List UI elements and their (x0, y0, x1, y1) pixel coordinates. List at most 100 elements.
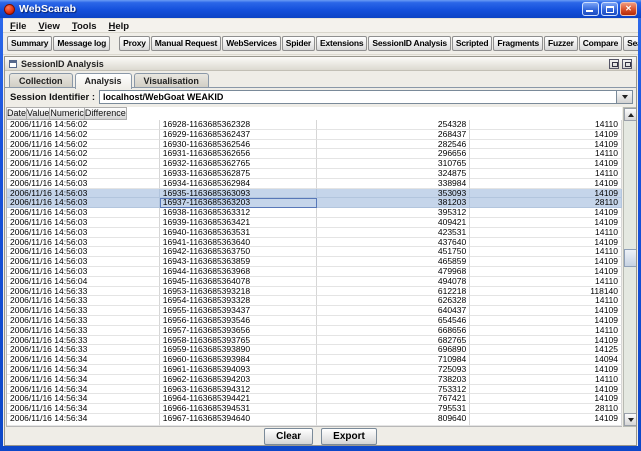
cell-value: 16939-1163685363421 (160, 218, 317, 228)
table-row[interactable]: 2006/11/16 14:56:33 16954-1163685393328 … (7, 296, 622, 306)
vertical-scrollbar[interactable] (623, 107, 637, 427)
scroll-down-button[interactable] (624, 413, 637, 426)
column-header[interactable]: Value (27, 107, 50, 120)
toolbar-button[interactable]: Search (623, 36, 638, 51)
column-header[interactable]: Difference (85, 107, 127, 120)
footer-button[interactable]: Clear (264, 428, 313, 445)
cell-value: 16928-1163685362328 (160, 120, 317, 130)
table-row[interactable]: 2006/11/16 14:56:03 16942-1163685363750 … (7, 247, 622, 257)
toolbar-button[interactable]: Fragments (493, 36, 543, 51)
window-titlebar: WebScarab (0, 0, 641, 18)
table-row[interactable]: 2006/11/16 14:56:34 16963-1163685394312 … (7, 385, 622, 395)
internal-frame-restore-button[interactable] (609, 59, 619, 69)
table-row[interactable]: 2006/11/16 14:56:02 16930-1163685362546 … (7, 140, 622, 150)
table-row[interactable]: 2006/11/16 14:56:03 16944-1163685363968 … (7, 267, 622, 277)
internal-frame-maximize-button[interactable] (622, 59, 632, 69)
table-row[interactable]: 2006/11/16 14:56:34 16967-1163685394640 … (7, 414, 622, 422)
menu-item[interactable]: View (38, 21, 59, 32)
cell-difference: 118140 (470, 287, 622, 297)
sessionid-table: Date Value Numeric Difference 2006/11/16 (6, 107, 622, 427)
toolbar-button[interactable]: Message log (53, 36, 110, 51)
table-row[interactable]: 2006/11/16 14:56:33 16956-1163685393546 … (7, 316, 622, 326)
cell-difference: 14109 (470, 238, 622, 248)
cell-difference: 28110 (470, 404, 622, 414)
cell-difference: 14110 (470, 247, 622, 257)
combobox-dropdown-button[interactable] (616, 91, 632, 103)
table-row[interactable]: 2006/11/16 14:56:34 16966-1163685394531 … (7, 404, 622, 414)
scrollbar-thumb[interactable] (624, 249, 637, 267)
table-row[interactable]: 2006/11/16 14:56:33 16959-1163685393890 … (7, 345, 622, 355)
menu-item[interactable]: File (10, 21, 26, 32)
toolbar-button[interactable]: Scripted (452, 36, 492, 51)
session-identifier-combobox[interactable]: localhost/WebGoat WEAKID (99, 90, 633, 104)
tab[interactable]: Collection (9, 73, 73, 88)
tab[interactable]: Visualisation (134, 73, 209, 88)
close-button[interactable] (620, 2, 637, 16)
cell-numeric: 809640 (317, 414, 471, 422)
table-row[interactable]: 2006/11/16 14:56:03 16935-1163685363093 … (7, 189, 622, 199)
table-row[interactable]: 2006/11/16 14:56:02 16933-1163685362875 … (7, 169, 622, 179)
table-row[interactable]: 2006/11/16 14:56:03 16939-1163685363421 … (7, 218, 622, 228)
toolbar-button[interactable]: Fuzzer (544, 36, 578, 51)
cell-numeric: 753312 (317, 385, 471, 395)
table-row[interactable]: 2006/11/16 14:56:03 16938-1163685363312 … (7, 208, 622, 218)
cell-value: 16957-1163685393656 (160, 326, 317, 336)
table-row[interactable]: 2006/11/16 14:56:02 16931-1163685362656 … (7, 149, 622, 159)
column-header[interactable]: Date (7, 107, 27, 120)
cell-value: 16932-1163685362765 (160, 159, 317, 169)
table-row[interactable]: 2006/11/16 14:56:03 16934-1163685362984 … (7, 179, 622, 189)
cell-value: 16963-1163685394312 (160, 385, 317, 395)
table-row[interactable]: 2006/11/16 14:56:04 16945-1163685364078 … (7, 277, 622, 287)
table-row[interactable]: 2006/11/16 14:56:02 16929-1163685362437 … (7, 130, 622, 140)
cell-date: 2006/11/16 14:56:03 (7, 208, 160, 218)
table-row[interactable]: 2006/11/16 14:56:34 16961-1163685394093 … (7, 365, 622, 375)
maximize-button[interactable] (601, 2, 618, 16)
table-row[interactable]: 2006/11/16 14:56:03 16943-1163685363859 … (7, 257, 622, 267)
menu-item[interactable]: Tools (72, 21, 97, 32)
cell-date: 2006/11/16 14:56:34 (7, 404, 160, 414)
cell-value: 16955-1163685393437 (160, 306, 317, 316)
toolbar-button[interactable]: SessionID Analysis (368, 36, 451, 51)
table-row[interactable]: 2006/11/16 14:56:34 16962-1163685394203 … (7, 375, 622, 385)
toolbar-button[interactable]: Summary (7, 36, 52, 51)
cell-date: 2006/11/16 14:56:34 (7, 385, 160, 395)
table-row[interactable]: 2006/11/16 14:56:03 16940-1163685363531 … (7, 228, 622, 238)
cell-numeric: 353093 (317, 189, 471, 199)
footer-button[interactable]: Export (321, 428, 377, 445)
menu-item[interactable]: Help (109, 21, 130, 32)
table-row[interactable]: 2006/11/16 14:56:33 16958-1163685393765 … (7, 336, 622, 346)
cell-date: 2006/11/16 14:56:03 (7, 257, 160, 267)
table-row[interactable]: 2006/11/16 14:56:33 16953-1163685393218 … (7, 287, 622, 297)
cell-date: 2006/11/16 14:56:34 (7, 414, 160, 422)
table-area: Date Value Numeric Difference 2006/11/16 (5, 106, 636, 427)
toolbar-button[interactable]: Compare (579, 36, 622, 51)
toolbar-button[interactable]: Spider (282, 36, 315, 51)
toolbar-button[interactable]: Manual Request (151, 36, 221, 51)
minimize-button[interactable] (582, 2, 599, 16)
cell-value: 16954-1163685393328 (160, 296, 317, 306)
table-row[interactable]: 2006/11/16 14:56:34 16960-1163685393984 … (7, 355, 622, 365)
cell-date: 2006/11/16 14:56:33 (7, 296, 160, 306)
cell-value: 16942-1163685363750 (160, 247, 317, 257)
cell-difference: 14110 (470, 149, 622, 159)
cell-difference: 14109 (470, 306, 622, 316)
cell-difference: 14109 (470, 140, 622, 150)
tab[interactable]: Analysis (75, 73, 132, 89)
table-row[interactable]: 2006/11/16 14:56:02 16932-1163685362765 … (7, 159, 622, 169)
toolbar-button[interactable]: WebServices (222, 36, 281, 51)
column-header[interactable]: Numeric (50, 107, 85, 120)
scroll-up-button[interactable] (624, 108, 637, 121)
toolbar-button[interactable]: Extensions (316, 36, 367, 51)
scrollbar-track[interactable] (624, 121, 637, 413)
cell-date: 2006/11/16 14:56:02 (7, 130, 160, 140)
table-row[interactable]: 2006/11/16 14:56:33 16957-1163685393656 … (7, 326, 622, 336)
cell-value: 16960-1163685393984 (160, 355, 317, 365)
table-row[interactable]: 2006/11/16 14:56:34 16964-1163685394421 … (7, 394, 622, 404)
table-row[interactable]: 2006/11/16 14:56:03 16941-1163685363640 … (7, 238, 622, 248)
table-row[interactable]: 2006/11/16 14:56:03 16937-1163685363203 … (7, 198, 622, 208)
table-row[interactable]: 2006/11/16 14:56:33 16955-1163685393437 … (7, 306, 622, 316)
cell-numeric: 282546 (317, 140, 471, 150)
table-row[interactable]: 2006/11/16 14:56:02 16928-1163685362328 … (7, 120, 622, 130)
footer-button-panel: Clear Export (5, 427, 636, 445)
toolbar-button[interactable]: Proxy (119, 36, 150, 51)
